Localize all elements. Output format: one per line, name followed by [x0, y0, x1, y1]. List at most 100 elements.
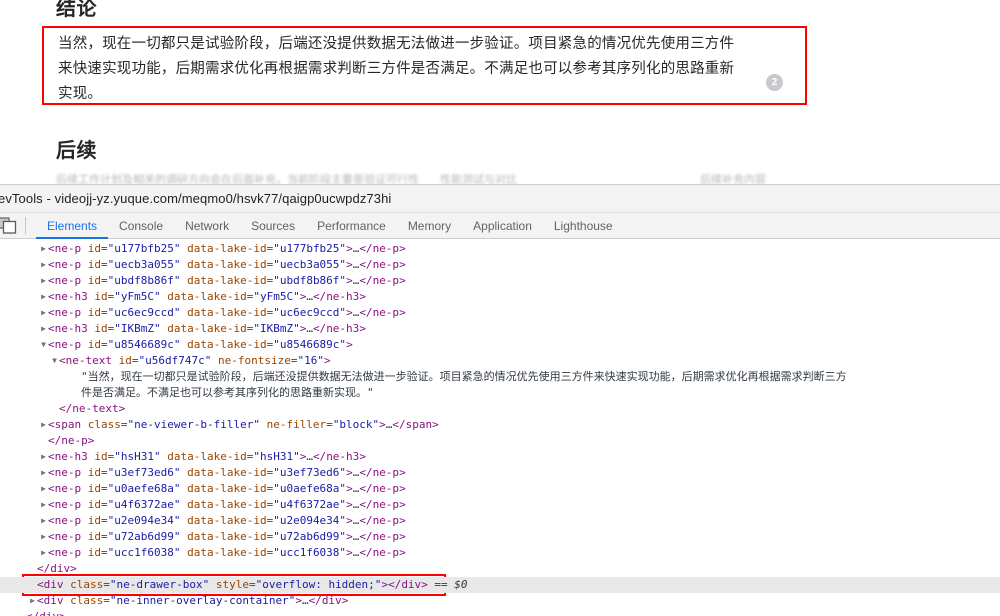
expand-arrow-open-icon[interactable]: ▼ — [50, 353, 59, 369]
expand-arrow-closed-icon[interactable]: ▶ — [39, 289, 48, 305]
expand-arrow-closed-icon[interactable]: ▶ — [39, 529, 48, 545]
elements-dom-tree[interactable]: ▶ <ne-p id="u177bfb25" data-lake-id="u177… — [0, 239, 1000, 616]
expand-arrow-closed-icon[interactable]: ▶ — [39, 545, 48, 561]
expand-arrow-closed-icon[interactable]: ▶ — [39, 273, 48, 289]
punct: > — [399, 258, 406, 271]
punct: > — [359, 290, 366, 303]
dom-row[interactable]: ▼ <ne-p id="u8546689c" data-lake-id="u854… — [0, 337, 1000, 353]
dom-row[interactable]: ▶ <ne-p id="ubdf8b86f" data-lake-id="ubdf… — [0, 273, 1000, 289]
punct: > — [432, 418, 439, 431]
dom-row[interactable]: ▶ <ne-h3 id="IKBmZ" data-lake-id="IKBmZ">… — [0, 321, 1000, 337]
dom-row[interactable]: ▶ <ne-p id="ucc1f6038" data-lake-id="ucc1… — [0, 545, 1000, 561]
blurred-page-text: 后续工作计划及相关的调研方向会在后面补充，当前阶段主要是验证可行性 性能测试与对… — [0, 170, 1000, 184]
dom-attr-name: id — [81, 514, 101, 527]
tab-application[interactable]: Application — [462, 213, 543, 239]
expand-arrow-closed-icon[interactable]: ▶ — [39, 513, 48, 529]
dom-row[interactable]: ▼ <ne-text id="u56df747c" ne-fontsize="16… — [0, 353, 1000, 369]
tab-memory[interactable]: Memory — [397, 213, 462, 239]
device-toolbar-icon[interactable] — [0, 217, 18, 234]
tab-elements[interactable]: Elements — [36, 213, 108, 239]
dom-row[interactable]: ▶ <ne-h3 id="hsH31" data-lake-id="hsH31">… — [0, 449, 1000, 465]
punct: </ — [359, 466, 373, 479]
dom-row[interactable]: ▶</div> — [0, 561, 1000, 577]
tab-sources[interactable]: Sources — [240, 213, 306, 239]
dom-row[interactable]: ▶ <ne-p id="uecb3a055" data-lake-id="uecb… — [0, 257, 1000, 273]
expand-arrow-closed-icon[interactable]: ▶ — [39, 257, 48, 273]
dom-attr-name: style — [209, 578, 249, 591]
dom-close-tagname: ne-p — [372, 242, 400, 255]
punct: > — [118, 402, 126, 415]
punct: < — [48, 274, 55, 287]
punct: </ — [359, 498, 373, 511]
expand-arrow-closed-icon[interactable]: ▶ — [39, 241, 48, 257]
expand-arrow-open-icon[interactable]: ▼ — [39, 337, 48, 353]
punct: < — [48, 530, 55, 543]
dom-row[interactable]: ▶件是否满足。不满足也可以参考其序列化的思路重新实现。" — [0, 385, 1000, 401]
dom-attr-value: "ne-inner-overlay-container" — [109, 594, 296, 607]
expand-arrow-closed-icon[interactable]: ▶ — [39, 305, 48, 321]
dom-attr-name: data-lake-id — [160, 450, 247, 463]
expand-arrow-closed-icon[interactable]: ▶ — [28, 593, 37, 609]
expand-arrow-closed-icon[interactable]: ▶ — [39, 497, 48, 513]
dom-tagname: ne-p — [54, 482, 82, 495]
punct: </ — [359, 306, 373, 319]
dom-row[interactable]: ▶ <div class="ne-inner-overlay-container"… — [0, 593, 1000, 609]
dom-row[interactable]: ▶"当然，现在一切都只是试验阶段，后端还没提供数据无法做进一步验证。项目紧急的情… — [0, 369, 1000, 385]
dom-row[interactable]: ▶ <ne-p id="u3ef73ed6" data-lake-id="u3ef… — [0, 465, 1000, 481]
punct: < — [48, 322, 55, 335]
dom-close-tagname: div — [50, 562, 71, 575]
tab-console[interactable]: Console — [108, 213, 174, 239]
punct: = — [101, 274, 108, 287]
punct: </ — [26, 610, 39, 616]
punct: </ — [59, 402, 73, 415]
tab-network[interactable]: Network — [174, 213, 240, 239]
dom-text-node: 件是否满足。不满足也可以参考其序列化的思路重新实现。" — [81, 386, 374, 399]
tab-performance[interactable]: Performance — [306, 213, 397, 239]
punct: </ — [48, 434, 62, 447]
punct: > — [346, 242, 353, 255]
comment-count-badge[interactable]: 2 — [766, 74, 783, 91]
dom-attr-value: "uecb3a055" — [273, 258, 347, 271]
punct: < — [48, 546, 55, 559]
dom-tagname: ne-p — [54, 258, 82, 271]
punct: > — [70, 562, 77, 575]
expand-arrow-closed-icon[interactable]: ▶ — [39, 465, 48, 481]
dom-row[interactable]: ▶ <ne-p id="u4f6372ae" data-lake-id="u4f6… — [0, 497, 1000, 513]
dom-tagname: ne-p — [54, 498, 82, 511]
tab-lighthouse[interactable]: Lighthouse — [543, 213, 624, 239]
dom-row[interactable]: ▶ <ne-h3 id="yFm5C" data-lake-id="yFm5C">… — [0, 289, 1000, 305]
dom-attr-value: "yFm5C" — [114, 290, 161, 303]
arrow-placeholder: ▶ — [28, 561, 37, 577]
dom-row[interactable]: ▶ <ne-p id="u72ab6d99" data-lake-id="u72a… — [0, 529, 1000, 545]
expand-arrow-closed-icon[interactable]: ▶ — [39, 321, 48, 337]
dom-attr-name: id — [81, 338, 101, 351]
punct: </ — [392, 418, 406, 431]
arrow-placeholder: ▶ — [17, 609, 26, 616]
dom-row[interactable]: ▶ <ne-p id="u177bfb25" data-lake-id="u177… — [0, 241, 1000, 257]
punct: = — [101, 306, 108, 319]
dom-attr-value: "ucc1f6038" — [273, 546, 347, 559]
expand-arrow-closed-icon[interactable]: ▶ — [39, 417, 48, 433]
dom-row-selected[interactable]: ▶<div class="ne-drawer-box" style="overf… — [0, 577, 1000, 593]
dom-row[interactable]: ▶ <ne-p id="u2e094e34" data-lake-id="u2e0… — [0, 513, 1000, 529]
punct: > — [399, 466, 406, 479]
dom-close-tagname: ne-text — [72, 402, 119, 415]
dom-row[interactable]: ▶ <ne-p id="u0aefe68a" data-lake-id="u0ae… — [0, 481, 1000, 497]
dom-row[interactable]: ▶ <ne-p id="uc6ec9ccd" data-lake-id="uc6e… — [0, 305, 1000, 321]
dom-tagname: ne-h3 — [54, 450, 88, 463]
dom-tagname: ne-p — [54, 466, 82, 479]
expand-arrow-closed-icon[interactable]: ▶ — [39, 449, 48, 465]
dom-row[interactable]: ▶</div> — [0, 609, 1000, 616]
arrow-placeholder: ▶ — [39, 433, 48, 449]
dom-row[interactable]: ▶</ne-text> — [0, 401, 1000, 417]
dom-row[interactable]: ▶</ne-p> — [0, 433, 1000, 449]
dom-attr-value: "ne-drawer-box" — [109, 578, 210, 591]
expand-arrow-closed-icon[interactable]: ▶ — [39, 481, 48, 497]
punct: > — [399, 306, 406, 319]
dom-attr-name: class — [63, 594, 104, 607]
punct: < — [59, 354, 66, 367]
devtools-panel-tabs: Elements Console Network Sources Performance… — [36, 213, 624, 239]
dom-row[interactable]: ▶ <span class="ne-viewer-b-filler" ne-fil… — [0, 417, 1000, 433]
punct: < — [48, 466, 55, 479]
punct: > — [399, 530, 406, 543]
